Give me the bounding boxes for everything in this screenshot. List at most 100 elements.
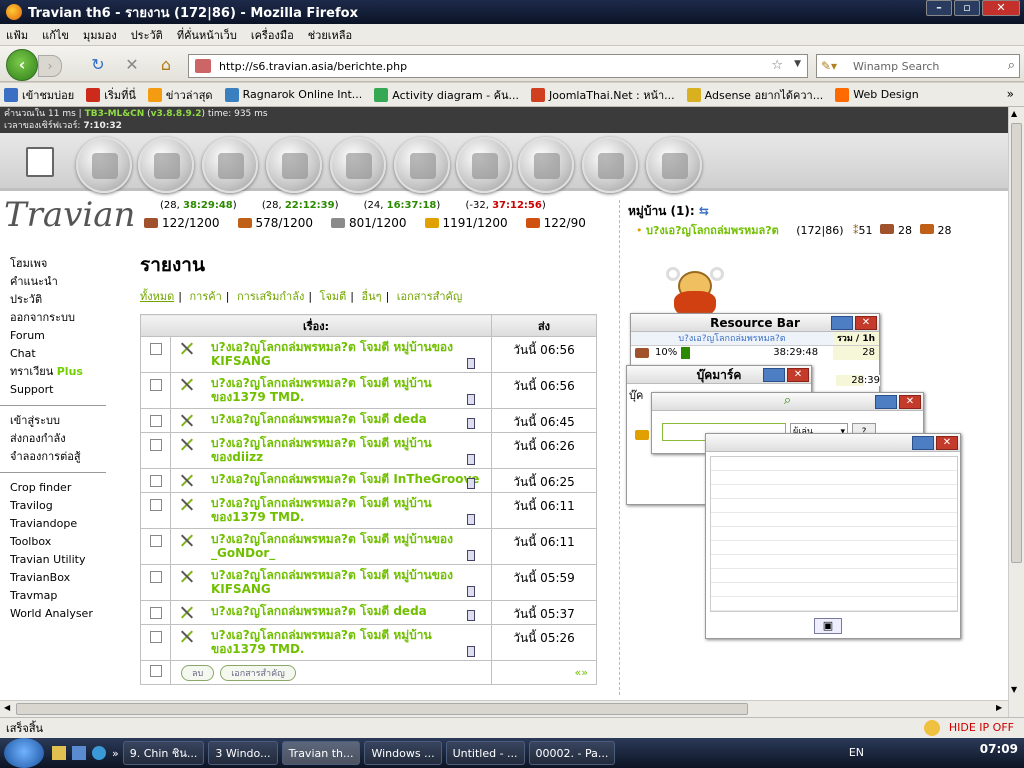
vertical-scrollbar[interactable]: ▲ ▼ [1008,107,1024,717]
sidebar-item-travianbox[interactable]: TravianBox [10,569,120,587]
report-subject-link[interactable]: บ?งเอ?ญโลกถล่มพรหมล?ต โจมตี หมู่บ้านของ K… [211,568,487,596]
sidebar-item-traviandope[interactable]: Traviandope [10,515,120,533]
report-list-icon[interactable] [26,147,54,177]
ie-icon[interactable] [92,746,106,760]
report-document-icon[interactable] [467,646,475,657]
select-all-checkbox[interactable] [149,665,162,677]
table-row[interactable]: บ?งเอ?ญโลกถล่มพรหมล?ต โจมตี หมู่บ้านของ K… [140,336,597,373]
popup-minimize-button[interactable] [875,395,897,409]
menu-bookmarks[interactable]: ที่คั่นหน้าเว็บ [177,26,237,44]
star-icon[interactable]: ☆ [771,58,783,73]
scroll-right-icon[interactable]: ▶ [996,703,1002,712]
save-button[interactable]: ▣ [814,618,842,634]
maximize-button[interactable]: ▫ [954,0,980,16]
row-checkbox[interactable] [149,499,162,511]
report-subject-link[interactable]: บ?งเอ?ญโลกถล่มพรหมล?ต โจมตี หมู่บ้านของ K… [211,340,487,368]
row-checkbox[interactable] [149,475,162,487]
sidebar-item-support[interactable]: Support [10,381,120,399]
sidebar-item-guide[interactable]: คำแนะนำ [10,273,120,291]
report-document-icon[interactable] [467,418,475,429]
pager[interactable]: «» [491,660,597,685]
notes-textarea[interactable] [710,456,958,612]
sidebar-item-plus[interactable]: ทราเวียน Plus [10,363,120,381]
refresh-icon[interactable]: ⇆ [699,204,709,218]
delete-button[interactable]: ลบ [181,664,215,681]
notes-popup[interactable]: ✕ ▣ [705,433,961,639]
village-center-icon[interactable] [138,137,194,193]
sidebar-item-travmap[interactable]: Travmap [10,587,120,605]
map-icon[interactable] [202,137,258,193]
bookmark-item[interactable]: ข่าวล่าสุด [147,86,213,104]
table-row[interactable]: บ?งเอ?ญโลกถล่มพรหมล?ต โจมตี InTheGroove ว… [140,468,597,493]
report-document-icon[interactable] [467,550,475,561]
popup-close-button[interactable]: ✕ [899,395,921,409]
row-checkbox[interactable] [149,607,162,619]
report-document-icon[interactable] [467,586,475,597]
sidebar-item-logout[interactable]: ออกจากระบบ [10,309,120,327]
table-row[interactable]: บ?งเอ?ญโลกถล่มพรหมล?ต โจมตี หมู่บ้าน ของd… [140,432,597,469]
bookmark-item[interactable]: เริ่มที่นี่ [86,86,136,104]
menu-edit[interactable]: แก้ไข [42,26,69,44]
bookmark-item[interactable]: Ragnarok Online Int... [224,87,362,102]
archive-button[interactable]: เอกสารสำคัญ [220,664,296,681]
sidebar-item-forum[interactable]: Forum [10,327,120,345]
stop-icon[interactable]: ✕ [122,55,142,75]
report-document-icon[interactable] [467,514,475,525]
report-subject-link[interactable]: บ?งเอ?ญโลกถล่มพรหมล?ต โจมตี หมู่บ้าน ของ1… [211,376,487,404]
bookmark-item[interactable]: Web Design [835,87,919,102]
table-row[interactable]: บ?งเอ?ญโลกถล่มพรหมล?ต โจมตี หมู่บ้านของ _… [140,528,597,565]
row-checkbox[interactable] [149,631,162,643]
menu-tools[interactable]: เครื่องมือ [251,26,294,44]
popup-close-button[interactable]: ✕ [787,368,809,382]
table-row[interactable]: บ?งเอ?ญโลกถล่มพรหมล?ต โจมตี deda วันนี้ 0… [140,408,597,433]
scroll-up-icon[interactable]: ▲ [1011,109,1017,118]
row-checkbox[interactable] [149,343,162,355]
taskbar-item[interactable]: 9. Chin ชิน... [122,741,205,765]
filter-reinforce[interactable]: การเสริมกำลัง [237,290,304,303]
sidebar-item-login[interactable]: เข้าสู่ระบบ [10,412,120,430]
menu-view[interactable]: มุมมอง [83,26,117,44]
scroll-down-icon[interactable]: ▼ [1011,685,1017,694]
bookmark-item[interactable]: JoomlaThai.Net : หน้า... [531,86,675,104]
row-checkbox[interactable] [149,415,162,427]
report-subject-link[interactable]: บ?งเอ?ญโลกถล่มพรหมล?ต โจมตี deda [211,604,487,618]
popup-close-button[interactable]: ✕ [855,316,877,330]
home-icon[interactable]: ⌂ [156,55,176,75]
horizontal-scrollbar[interactable]: ◀ ▶ [0,700,1008,717]
sidebar-item-profile[interactable]: ประวัติ [10,291,120,309]
sidebar-item-combat-sim[interactable]: จำลองการต่อสู้ [10,448,120,466]
taskbar-item[interactable]: 3 Windo... [208,741,278,765]
minimize-button[interactable]: – [926,0,952,16]
hide-ip-toggle[interactable]: HIDE IP OFF [949,721,1014,734]
taskbar-item[interactable]: Windows ... [364,741,442,765]
sidebar-item-home[interactable]: โฮมเพจ [10,255,120,273]
taskbar-item[interactable]: Untitled - ... [445,741,525,765]
filter-archive[interactable]: เอกสารสำคัญ [397,290,462,303]
village-item[interactable]: • บ?งเอ?ญโลกถล่มพรหมล?ต (172|86) ⁑51 28 … [636,221,952,239]
bookmark-item[interactable]: Adsense อยากได้ควา... [686,86,823,104]
menu-help[interactable]: ช่วยเหลือ [308,26,352,44]
close-button[interactable]: ✕ [982,0,1020,16]
forward-button[interactable]: › [38,55,62,77]
table-row[interactable]: บ?งเอ?ญโลกถล่มพรหมล?ต โจมตี หมู่บ้าน ของ1… [140,492,597,529]
sidebar-item-toolbox[interactable]: Toolbox [10,533,120,551]
report-document-icon[interactable] [467,394,475,405]
language-indicator[interactable]: EN [849,746,864,759]
report-subject-link[interactable]: บ?งเอ?ญโลกถล่มพรหมล?ต โจมตี หมู่บ้าน ของ1… [211,628,487,656]
url-dropdown-icon[interactable]: ▼ [794,59,801,69]
row-checkbox[interactable] [149,379,162,391]
sidebar-item-send-troops[interactable]: ส่งกองกำลัง [10,430,120,448]
building-icon[interactable] [646,137,702,193]
url-bar[interactable]: http://s6.travian.asia/berichte.php ☆ ▼ [188,54,808,78]
scroll-thumb[interactable] [16,703,748,715]
quicklaunch-icon[interactable] [72,746,86,760]
search-engine-icon[interactable]: ✎▾ [821,59,837,73]
filter-trade[interactable]: การค้า [190,290,222,303]
more-bookmarks-icon[interactable]: » [1007,87,1014,101]
table-row[interactable]: บ?งเอ?ญโลกถล่มพรหมล?ต โจมตี deda วันนี้ 0… [140,600,597,625]
row-checkbox[interactable] [149,535,162,547]
table-row[interactable]: บ?งเอ?ญโลกถล่มพรหมล?ต โจมตี หมู่บ้าน ของ1… [140,372,597,409]
menu-history[interactable]: ประวัติ [131,26,163,44]
building-icon[interactable] [518,137,574,193]
report-document-icon[interactable] [467,478,475,489]
